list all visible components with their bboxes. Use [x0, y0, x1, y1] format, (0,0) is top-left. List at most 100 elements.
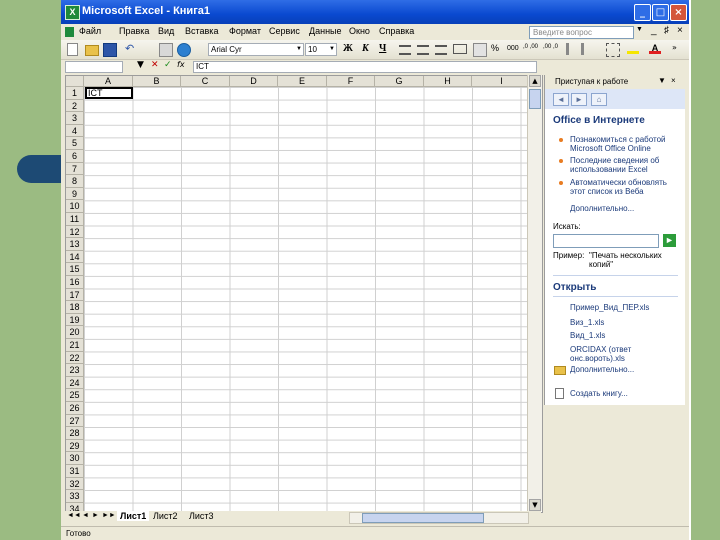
- italic-button[interactable]: К: [362, 43, 369, 54]
- row-header-16[interactable]: 16: [66, 276, 84, 289]
- new-icon[interactable]: [67, 43, 78, 56]
- menu-file[interactable]: Файл: [79, 26, 101, 36]
- row-header-15[interactable]: 15: [66, 263, 84, 276]
- row-header-5[interactable]: 5: [66, 137, 84, 150]
- name-box[interactable]: [65, 61, 123, 73]
- column-header-a[interactable]: A: [84, 76, 133, 87]
- home-icon[interactable]: ⌂: [591, 93, 607, 106]
- column-header-f[interactable]: F: [327, 76, 375, 87]
- link-auto-update[interactable]: Автоматически обновлять этот список из В…: [570, 178, 680, 196]
- row-header-6[interactable]: 6: [66, 150, 84, 163]
- decrease-decimal-button[interactable]: ,00 ,0: [543, 44, 559, 50]
- font-size-select[interactable]: 10 ▼: [305, 43, 337, 56]
- menu-format[interactable]: Формат: [229, 26, 261, 36]
- undo-icon[interactable]: ↶: [125, 43, 135, 55]
- font-color-icon[interactable]: A: [649, 43, 661, 54]
- row-header-17[interactable]: 17: [66, 288, 84, 302]
- ask-question-input[interactable]: Введите вопрос: [529, 26, 634, 39]
- row-header-2[interactable]: 2: [66, 99, 84, 113]
- row-header-26[interactable]: 26: [66, 402, 84, 415]
- first-sheet-button[interactable]: ◄◄: [67, 512, 81, 519]
- currency-icon[interactable]: [473, 43, 487, 57]
- row-header-8[interactable]: 8: [66, 175, 84, 188]
- row-header-28[interactable]: 28: [66, 427, 84, 440]
- menu-view[interactable]: Вид: [158, 26, 174, 36]
- row-header-12[interactable]: 12: [66, 225, 84, 239]
- menu-help[interactable]: Справка: [379, 26, 414, 36]
- row-header-27[interactable]: 27: [66, 414, 84, 428]
- recent-file-2[interactable]: Виз_1.xls: [570, 318, 680, 327]
- toolbar-options-icon[interactable]: »: [672, 43, 684, 55]
- row-header-21[interactable]: 21: [66, 339, 84, 352]
- cancel-edit-button[interactable]: ✕: [151, 60, 159, 70]
- column-header-h[interactable]: H: [424, 76, 472, 87]
- next-sheet-button[interactable]: ►: [92, 512, 99, 519]
- horizontal-scrollbar[interactable]: [349, 512, 529, 524]
- close-button[interactable]: ×: [670, 4, 687, 21]
- menu-insert[interactable]: Вставка: [185, 26, 218, 36]
- row-header-32[interactable]: 32: [66, 477, 84, 491]
- row-header-29[interactable]: 29: [66, 439, 84, 453]
- select-all-corner[interactable]: [66, 76, 84, 87]
- save-icon[interactable]: [103, 43, 117, 57]
- percent-button[interactable]: %: [491, 43, 499, 53]
- row-header-31[interactable]: 31: [66, 465, 84, 478]
- row-header-33[interactable]: 33: [66, 490, 84, 503]
- column-header-c[interactable]: C: [181, 76, 230, 87]
- last-sheet-button[interactable]: ►►: [102, 512, 116, 519]
- row-header-14[interactable]: 14: [66, 250, 84, 264]
- decrease-indent-icon[interactable]: [566, 43, 581, 55]
- menu-data[interactable]: Данные: [309, 26, 342, 36]
- menu-tools[interactable]: Сервис: [269, 26, 300, 36]
- recent-file-4[interactable]: ORCIDAX (ответ онс.вороть).xls: [570, 345, 680, 363]
- column-header-g[interactable]: G: [375, 76, 424, 87]
- tab-sheet2[interactable]: Лист2: [153, 511, 178, 521]
- maximize-button[interactable]: □: [652, 4, 669, 21]
- link-latest-news[interactable]: Последние сведения об использовании Exce…: [570, 156, 680, 174]
- fill-color-icon[interactable]: [627, 43, 639, 54]
- task-pane-title[interactable]: Приступая к работе: [555, 77, 628, 86]
- cell-a1[interactable]: ICT: [88, 88, 103, 98]
- recent-file-1[interactable]: Пример_Вид_ПЕР.xls: [570, 303, 680, 312]
- row-header-25[interactable]: 25: [66, 389, 84, 402]
- row-header-1[interactable]: 1: [66, 87, 84, 100]
- worksheet-grid[interactable]: A B C D E F G H I 1 2 3 4 5 6 7 8 9 10 11 12 13 14 15 1…: [65, 75, 543, 513]
- row-header-22[interactable]: 22: [66, 351, 84, 365]
- font-name-select[interactable]: Arial Cyr ▼: [208, 43, 304, 56]
- doc-restore-button[interactable]: ♯: [664, 25, 669, 36]
- search-input[interactable]: [553, 234, 659, 248]
- task-pane-scrollbar[interactable]: [685, 75, 689, 405]
- name-box-dropdown-icon[interactable]: ▼: [137, 60, 144, 70]
- menu-edit[interactable]: Правка: [119, 26, 149, 36]
- row-header-24[interactable]: 24: [66, 376, 84, 390]
- create-workbook-link[interactable]: Создать книгу...: [570, 389, 680, 398]
- row-header-3[interactable]: 3: [66, 112, 84, 125]
- chevron-down-icon[interactable]: ▼: [636, 26, 643, 33]
- search-go-button[interactable]: ►: [663, 234, 676, 247]
- insert-function-button[interactable]: fx: [177, 60, 185, 69]
- help-icon[interactable]: [177, 43, 191, 57]
- row-header-10[interactable]: 10: [66, 200, 84, 213]
- row-header-11[interactable]: 11: [66, 213, 84, 226]
- align-left-icon[interactable]: [399, 45, 411, 55]
- vertical-scroll-thumb[interactable]: [529, 89, 541, 109]
- row-header-9[interactable]: 9: [66, 187, 84, 201]
- open-more-link[interactable]: Дополнительно...: [570, 365, 680, 374]
- scroll-down-icon[interactable]: ▼: [529, 499, 541, 511]
- workbook-icon[interactable]: [65, 27, 74, 37]
- confirm-edit-button[interactable]: ✓: [164, 60, 172, 70]
- back-icon[interactable]: ◄: [553, 93, 569, 106]
- task-pane-close-icon[interactable]: ×: [671, 76, 676, 85]
- row-header-18[interactable]: 18: [66, 301, 84, 314]
- vertical-scrollbar[interactable]: ▲ ▼: [527, 75, 542, 511]
- column-header-i[interactable]: I: [472, 76, 532, 87]
- row-header-7[interactable]: 7: [66, 162, 84, 176]
- scroll-up-icon[interactable]: ▲: [529, 75, 541, 87]
- row-header-4[interactable]: 4: [66, 124, 84, 138]
- column-header-d[interactable]: D: [230, 76, 278, 87]
- align-right-icon[interactable]: [435, 45, 447, 55]
- increase-decimal-button[interactable]: ,0 ,00: [523, 44, 539, 50]
- recent-file-3[interactable]: Вид_1.xls: [570, 331, 680, 340]
- bold-button[interactable]: Ж: [343, 43, 353, 54]
- row-header-13[interactable]: 13: [66, 238, 84, 251]
